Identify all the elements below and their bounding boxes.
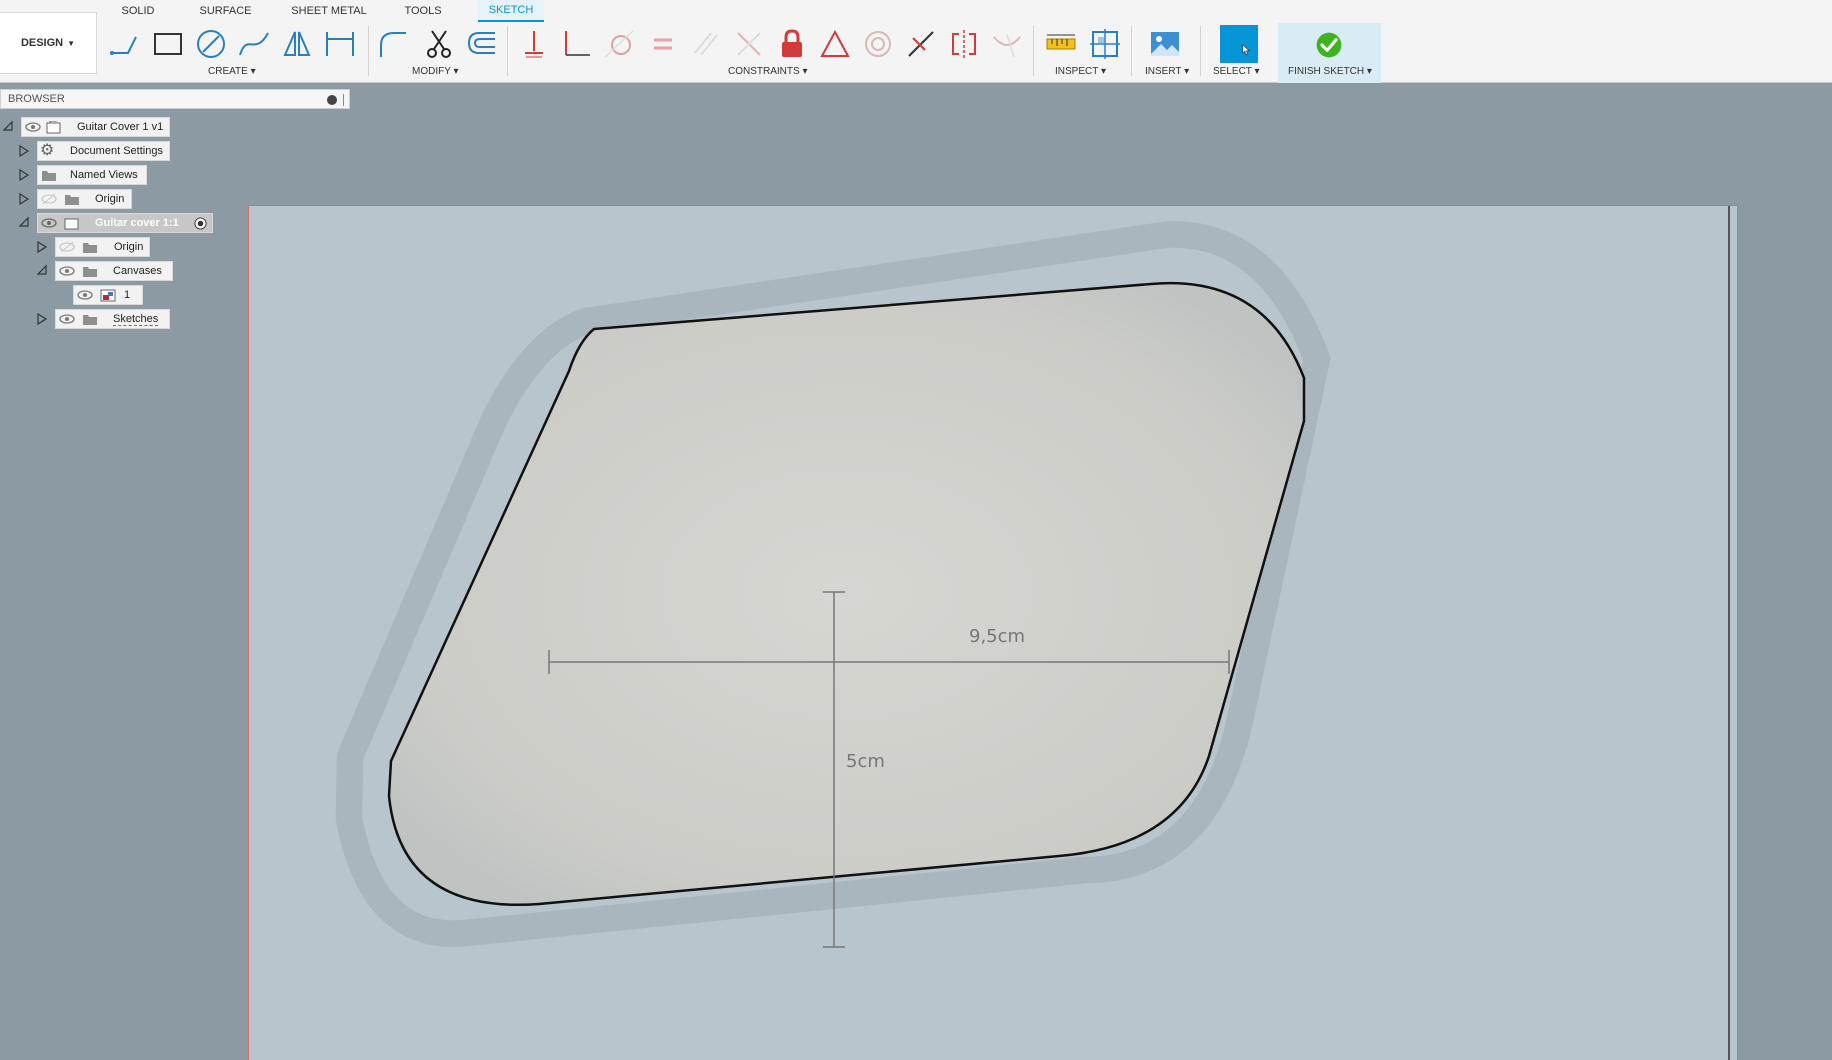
select-menu[interactable]: SELECT ▾ [1213, 66, 1260, 77]
tab-tools[interactable]: TOOLS [402, 0, 444, 22]
tree-item-root-component[interactable]: Guitar Cover 1 v1 [21, 117, 170, 137]
concentric-constraint-button[interactable] [859, 24, 897, 64]
image-icon [100, 289, 116, 301]
folder-icon [83, 242, 97, 253]
eye-hidden-icon[interactable] [59, 241, 75, 253]
browser-header[interactable]: BROWSER [0, 89, 350, 109]
tree-item-active-component[interactable]: Guitar cover 1:1 [37, 213, 213, 233]
equal-constraint-button[interactable] [644, 24, 682, 64]
tree-item-origin[interactable]: Origin [37, 189, 132, 209]
eye-icon[interactable] [59, 313, 75, 325]
collapse-triangle-icon[interactable] [18, 216, 30, 228]
midpoint-constraint-button[interactable] [902, 24, 940, 64]
rectangle-tool-button[interactable] [149, 24, 187, 64]
tree-item-document-settings[interactable]: ⚙ Document Settings [37, 141, 170, 161]
browser-collapse-icon[interactable] [327, 95, 337, 105]
constraints-menu[interactable]: CONSTRAINTS ▾ [728, 66, 807, 77]
browser-title: BROWSER [8, 93, 65, 105]
activate-radio-icon[interactable] [194, 217, 207, 230]
mirror-tool-button[interactable] [278, 24, 316, 64]
check-icon [1316, 32, 1342, 58]
tab-solid[interactable]: SOLID [117, 0, 159, 22]
tree-item-canvas-image[interactable]: 1 [73, 285, 143, 305]
eye-icon[interactable] [77, 289, 93, 301]
measure-tool-button[interactable] [1042, 24, 1080, 64]
component-icon [64, 218, 79, 229]
component-icon [46, 120, 61, 133]
parallel-constraint-button[interactable] [687, 24, 725, 64]
tab-sketch[interactable]: SKETCH [478, 0, 544, 22]
perpendicular-constraint-button[interactable] [558, 24, 596, 64]
sketch-svg: 9,5cm 5cm [335, 221, 1331, 948]
eye-hidden-icon[interactable] [41, 193, 57, 205]
toolbar: DESIGN ▼ SOLID SURFACE SHEET METAL TOOLS… [0, 0, 1832, 83]
finish-sketch-button[interactable]: FINISH SKETCH ▾ [1278, 23, 1381, 83]
line-tool-button[interactable] [106, 24, 144, 64]
fillet-tool-button[interactable] [374, 24, 412, 64]
tree-item-component-origin[interactable]: Origin [55, 237, 150, 257]
folder-icon [83, 266, 97, 277]
tree-item-sketches[interactable]: Sketches [55, 309, 170, 329]
tree-item-named-views[interactable]: Named Views [37, 165, 147, 185]
inspect-menu[interactable]: INSPECT ▾ [1055, 66, 1106, 77]
sketch-palette-button[interactable] [1086, 24, 1124, 64]
eye-icon[interactable] [59, 265, 75, 277]
insert-menu[interactable]: INSERT ▾ [1145, 66, 1189, 77]
select-button[interactable] [1218, 24, 1260, 64]
tab-sheet-metal[interactable]: SHEET METAL [290, 0, 368, 22]
trim-tool-button[interactable] [420, 24, 458, 64]
eye-icon[interactable] [25, 121, 41, 133]
sketch-canvas[interactable]: 9,5cm 5cm [248, 205, 1738, 1060]
tab-surface[interactable]: SURFACE [198, 0, 253, 22]
tree-item-canvases[interactable]: Canvases [55, 261, 173, 281]
modify-menu[interactable]: MODIFY ▾ [412, 66, 459, 77]
height-annotation: 5cm [846, 751, 885, 772]
workspace-switcher[interactable]: DESIGN ▼ [0, 12, 97, 74]
circle-tool-button[interactable] [192, 24, 230, 64]
expand-triangle-icon[interactable] [18, 145, 30, 157]
spline-tool-button[interactable] [235, 24, 273, 64]
chevron-down-icon: ▼ [67, 38, 76, 48]
expand-triangle-icon[interactable] [36, 241, 48, 253]
triangle-constraint-button[interactable] [816, 24, 854, 64]
dimension-tool-button[interactable] [321, 24, 359, 64]
finish-sketch-label: FINISH SKETCH ▾ [1288, 66, 1372, 77]
collapse-triangle-icon[interactable] [2, 120, 14, 132]
expand-triangle-icon[interactable] [18, 169, 30, 181]
tangent-constraint-button[interactable] [601, 24, 639, 64]
folder-icon [42, 170, 56, 181]
collinear-constraint-button[interactable] [730, 24, 768, 64]
insert-image-button[interactable] [1146, 24, 1184, 64]
gear-icon: ⚙ [40, 142, 55, 159]
width-annotation: 9,5cm [969, 626, 1025, 647]
create-menu[interactable]: CREATE ▾ [208, 66, 256, 77]
expand-triangle-icon[interactable] [36, 313, 48, 325]
offset-tool-button[interactable] [463, 24, 501, 64]
coincident-constraint-button[interactable] [515, 24, 553, 64]
browser-pin-icon[interactable] [343, 94, 346, 106]
eye-icon[interactable] [41, 217, 57, 229]
folder-icon [83, 314, 97, 325]
collapse-triangle-icon[interactable] [36, 264, 48, 276]
folder-icon [65, 194, 79, 205]
fix-constraint-lock-icon[interactable] [773, 24, 811, 64]
curvature-constraint-button[interactable] [988, 24, 1026, 64]
symmetry-constraint-button[interactable] [945, 24, 983, 64]
workspace-label: DESIGN [20, 37, 64, 49]
expand-triangle-icon[interactable] [18, 193, 30, 205]
